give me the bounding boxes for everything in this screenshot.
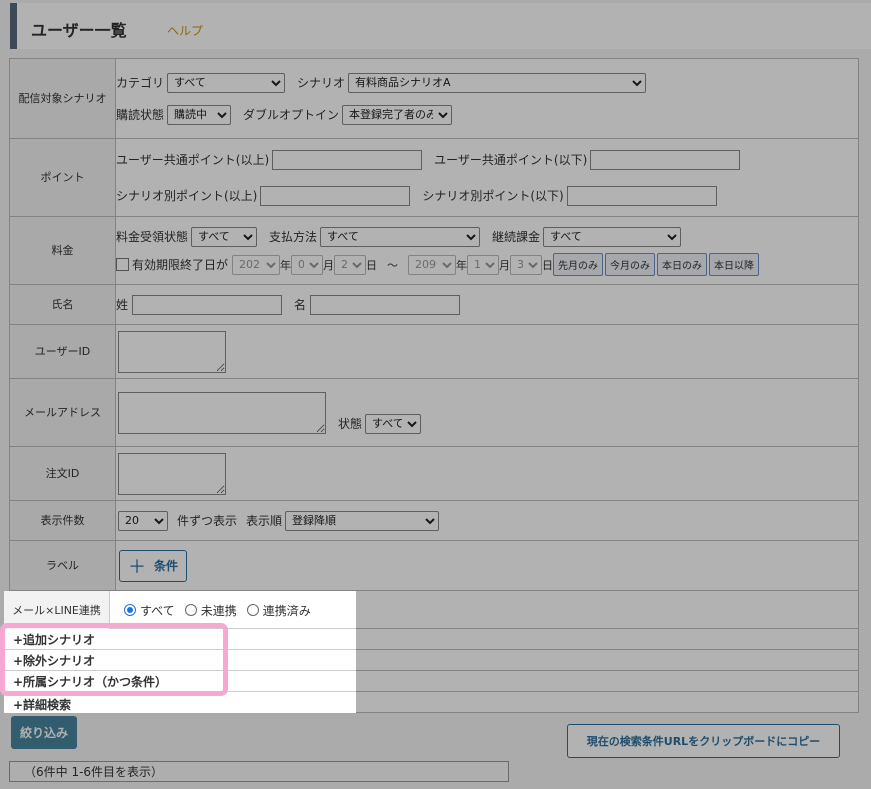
day-unit: 日: [366, 258, 378, 272]
category-label: カテゴリ: [116, 76, 165, 90]
label-points: ポイント: [9, 138, 116, 217]
radio-all[interactable]: [124, 604, 136, 616]
subscription-label: 購読状態: [116, 108, 165, 122]
last-name-input[interactable]: [132, 294, 283, 315]
recurring-select[interactable]: すべて: [543, 226, 682, 247]
last-month-button[interactable]: 先月のみ: [553, 253, 604, 276]
radio-unlinked-label: 未連携: [200, 603, 237, 618]
scenario-point-min-input[interactable]: [260, 185, 411, 206]
plus-icon: ＋: [127, 556, 146, 578]
scenario-point-min-label: シナリオ別ポイント(以上): [116, 189, 258, 203]
label-tag: ラベル: [9, 540, 116, 591]
from-day-select[interactable]: 29: [334, 254, 367, 275]
day-unit: 日: [542, 258, 554, 272]
help-link[interactable]: ヘルプ: [167, 22, 203, 39]
row-order-id: 注文ID: [9, 446, 859, 501]
email-status-select[interactable]: すべて: [365, 413, 422, 434]
year-unit: 年: [456, 258, 468, 272]
label-name: 氏名: [9, 284, 116, 325]
result-count: （6件中 1-6件目を表示）: [9, 761, 509, 782]
common-point-min-label: ユーザー共通ポイント(以上): [116, 153, 270, 167]
to-day-select[interactable]: 31: [510, 254, 543, 275]
label-email: メールアドレス: [9, 378, 116, 447]
to-month-select[interactable]: 12: [467, 254, 500, 275]
payment-label: 支払方法: [269, 230, 318, 244]
copy-url-button[interactable]: 現在の検索条件URLをクリップボードにコピー: [567, 724, 840, 758]
this-month-button[interactable]: 今月のみ: [605, 253, 656, 276]
row-user-id: ユーザーID: [9, 324, 859, 379]
year-unit: 年: [280, 258, 292, 272]
row-display: 表示件数 20 件ずつ表示 表示順 登録降順: [9, 500, 859, 541]
radio-linked[interactable]: [246, 604, 259, 616]
order-select[interactable]: 登録降順: [285, 510, 440, 531]
scenario-point-max-label: シナリオ別ポイント(以下): [422, 189, 564, 203]
range-tilde: ～: [387, 258, 399, 272]
row-tag: ラベル ＋ 条件: [9, 540, 859, 591]
highlight-frame: [0, 623, 228, 696]
receipt-select[interactable]: すべて: [191, 226, 258, 247]
label-user-id: ユーザーID: [9, 324, 116, 379]
to-year-select[interactable]: 2099: [408, 254, 457, 275]
filter-submit-button[interactable]: 絞り込み: [11, 716, 77, 749]
page-header: ユーザー一覧 ヘルプ: [10, 3, 871, 49]
scenario-select[interactable]: 有料商品シナリオA: [348, 72, 647, 93]
category-select[interactable]: すべて: [167, 72, 286, 93]
radio-linked-label: 連携済み: [262, 603, 311, 618]
after-today-button[interactable]: 本日以降: [709, 253, 760, 276]
label-scenario: 配信対象シナリオ: [9, 58, 116, 139]
add-condition-button[interactable]: ＋ 条件: [119, 549, 187, 582]
month-unit: 月: [323, 258, 335, 272]
count-suffix: 件ずつ表示: [177, 514, 238, 528]
email-status-label: 状態: [338, 416, 363, 431]
common-point-max-input[interactable]: [590, 149, 741, 170]
add-condition-label: 条件: [153, 559, 178, 573]
common-point-min-input[interactable]: [272, 149, 423, 170]
from-year-select[interactable]: 2025: [232, 254, 281, 275]
user-id-textarea[interactable]: [118, 330, 226, 373]
radio-all-label: すべて: [140, 603, 175, 618]
receipt-label: 料金受領状態: [116, 230, 189, 244]
from-month-select[interactable]: 07: [291, 254, 324, 275]
order-id-textarea[interactable]: [118, 452, 226, 495]
label-display: 表示件数: [9, 500, 116, 541]
page-title: ユーザー一覧: [31, 21, 127, 40]
count-select[interactable]: 20: [118, 510, 168, 531]
row-fee: 料金 料金受領状態 すべて 支払方法 すべて 継続課金 すべて 有効期限終了日が…: [9, 216, 859, 285]
radio-unlinked[interactable]: [184, 604, 197, 616]
email-textarea[interactable]: [118, 391, 326, 434]
subscription-select[interactable]: 購読中: [167, 104, 232, 125]
row-scenario: 配信対象シナリオ カテゴリ すべて シナリオ 有料商品シナリオA 購読状態 購読…: [9, 58, 859, 139]
expiry-label: 有効期限終了日が: [132, 258, 229, 272]
month-unit: 月: [499, 258, 511, 272]
double-optin-label: ダブルオプトイン: [243, 108, 340, 122]
label-fee: 料金: [9, 216, 116, 285]
payment-select[interactable]: すべて: [320, 226, 481, 247]
row-name: 氏名 姓 名: [9, 284, 859, 325]
label-order-id: 注文ID: [9, 446, 116, 501]
last-name-label: 姓: [116, 298, 129, 312]
row-points: ポイント ユーザー共通ポイント(以上) ユーザー共通ポイント(以下) シナリオ別…: [9, 138, 859, 217]
row-email: メールアドレス 状態 すべて: [9, 378, 859, 447]
today-button[interactable]: 本日のみ: [657, 253, 708, 276]
first-name-label: 名: [294, 298, 307, 312]
scenario-label: シナリオ: [297, 76, 346, 90]
recurring-label: 継続課金: [492, 230, 541, 244]
expiry-checkbox[interactable]: [116, 258, 129, 271]
scenario-point-max-input[interactable]: [566, 185, 717, 206]
double-optin-select[interactable]: 本登録完了者のみ: [342, 104, 453, 125]
order-label: 表示順: [246, 514, 283, 528]
common-point-max-label: ユーザー共通ポイント(以下): [434, 153, 588, 167]
first-name-input[interactable]: [310, 294, 461, 315]
